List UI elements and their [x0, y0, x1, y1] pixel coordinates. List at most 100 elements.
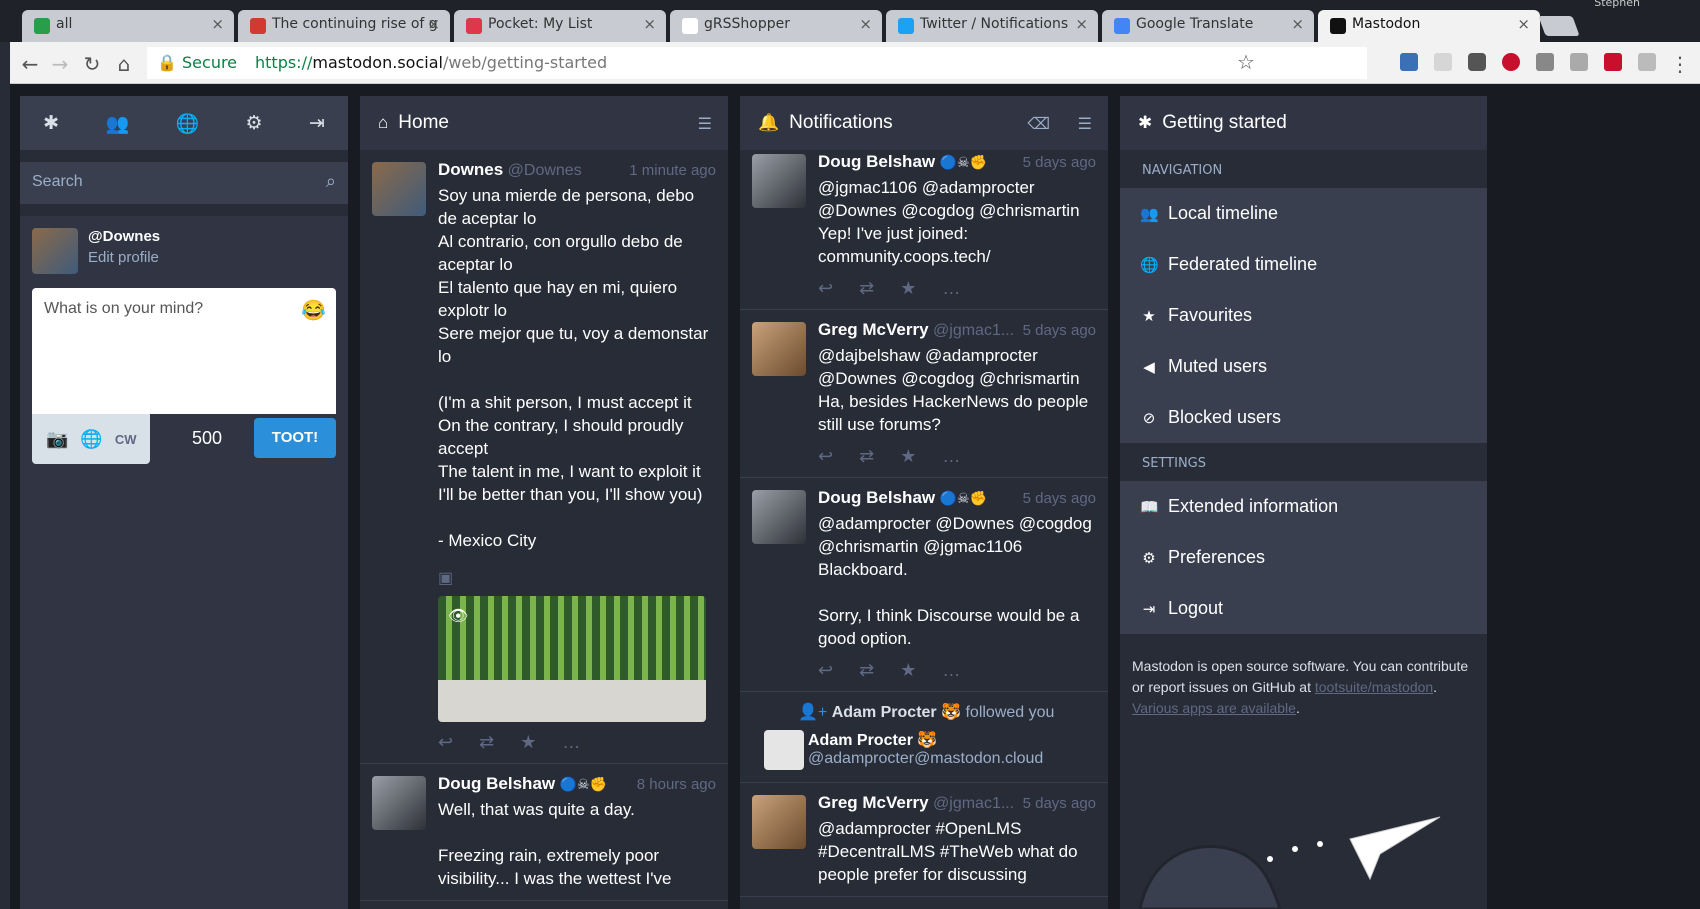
more-icon[interactable]: …: [942, 660, 960, 681]
muted-users-link[interactable]: ◀ Muted users: [1120, 341, 1487, 392]
home-icon[interactable]: ⌂: [114, 52, 134, 76]
eraser-icon[interactable]: ⌫: [1027, 114, 1050, 134]
browser-tab[interactable]: gRSShopper ×: [670, 10, 882, 42]
adblock-extension-icon[interactable]: [1502, 53, 1520, 71]
avatar[interactable]: [752, 795, 806, 849]
browser-tab[interactable]: Twitter / Notifications ×: [886, 10, 1098, 42]
status[interactable]: Doug Belshaw 🔵☠✊ 8 hours ago Well, that …: [360, 764, 728, 901]
extension-icon[interactable]: [1434, 53, 1452, 71]
boost-icon[interactable]: ⇄: [859, 446, 874, 467]
display-name[interactable]: Greg McVerry: [818, 793, 929, 812]
boost-icon[interactable]: ⇄: [479, 732, 494, 753]
avatar[interactable]: [372, 776, 426, 830]
close-tab-icon[interactable]: ×: [1291, 15, 1304, 33]
url-text[interactable]: https://mastodon.social/web/getting-star…: [255, 53, 607, 72]
account-handle[interactable]: @jgmac1...: [933, 795, 1014, 812]
display-name[interactable]: Doug Belshaw: [818, 488, 935, 507]
notification-mention[interactable]: Doug Belshaw 🔵☠✊ 5 days ago @jgmac1106 @…: [740, 142, 1108, 310]
display-name[interactable]: Adam Procter: [808, 732, 913, 749]
users-icon[interactable]: 👥: [105, 112, 129, 135]
reply-icon[interactable]: ↩: [438, 732, 453, 753]
follower-name[interactable]: Adam Procter: [832, 704, 937, 721]
github-link[interactable]: tootsuite/mastodon: [1315, 679, 1433, 695]
avatar[interactable]: [764, 730, 804, 770]
compose-textarea[interactable]: What is on your mind? 😂: [32, 288, 336, 414]
boost-icon[interactable]: ⇄: [859, 660, 874, 681]
search-input[interactable]: Search ⌕: [20, 162, 348, 204]
account-handle[interactable]: @jgmac1...: [933, 322, 1014, 339]
favourite-icon[interactable]: ★: [900, 660, 916, 681]
column-settings-icon[interactable]: ☰: [1078, 114, 1092, 134]
notification-mention[interactable]: Greg McVerry @jgmac1... 5 days ago @dajb…: [740, 310, 1108, 478]
new-tab-button[interactable]: [1538, 16, 1580, 36]
extension-icon[interactable]: [1570, 53, 1588, 71]
close-tab-icon[interactable]: ×: [211, 15, 224, 33]
extension-icon[interactable]: [1536, 53, 1554, 71]
bookmark-star-icon[interactable]: ☆: [1236, 50, 1256, 74]
status-timestamp[interactable]: 5 days ago: [1023, 322, 1096, 339]
logout-link[interactable]: ⇥ Logout: [1120, 583, 1487, 634]
avatar[interactable]: [32, 228, 78, 274]
status-timestamp[interactable]: 5 days ago: [1023, 154, 1096, 171]
favourite-icon[interactable]: ★: [520, 732, 536, 753]
back-icon[interactable]: ←: [20, 52, 40, 76]
browser-tab[interactable]: The continuing rise of g ×: [238, 10, 450, 42]
extension-icon[interactable]: [1638, 53, 1656, 71]
address-bar[interactable]: 🔒 Secure https://mastodon.social/web/get…: [147, 47, 1367, 79]
search-icon[interactable]: ⌕: [326, 171, 336, 192]
close-tab-icon[interactable]: ×: [427, 15, 440, 33]
pocket-extension-icon[interactable]: [1468, 53, 1486, 71]
avatar[interactable]: [752, 322, 806, 376]
account-handle[interactable]: @adamprocter@mastodon.cloud: [808, 750, 1096, 768]
edit-profile-link[interactable]: Edit profile: [88, 249, 336, 266]
apps-link[interactable]: Various apps are available: [1132, 700, 1296, 716]
status[interactable]: Downes @Downes 1 minute ago Soy una mier…: [360, 150, 728, 764]
menu-icon[interactable]: ⋮: [1670, 52, 1690, 76]
close-tab-icon[interactable]: ×: [643, 15, 656, 33]
status-timestamp[interactable]: 5 days ago: [1023, 490, 1096, 507]
status-timestamp[interactable]: 5 days ago: [1023, 795, 1096, 812]
avatar[interactable]: [372, 162, 426, 216]
reply-icon[interactable]: ↩: [818, 278, 833, 299]
sign-out-icon[interactable]: ⇥: [309, 112, 325, 134]
asterisk-icon[interactable]: ✱: [43, 112, 59, 134]
display-name[interactable]: Greg McVerry: [818, 320, 929, 339]
account-handle[interactable]: @Downes: [508, 162, 582, 179]
notification-mention[interactable]: Greg McVerry @jgmac1... 5 days ago @adam…: [740, 783, 1108, 897]
favourites-link[interactable]: ★ Favourites: [1120, 290, 1487, 341]
status-timestamp[interactable]: 8 hours ago: [637, 776, 716, 793]
home-column-header[interactable]: ⌂ Home ☰: [360, 96, 728, 150]
favourite-icon[interactable]: ★: [900, 446, 916, 467]
display-name[interactable]: Doug Belshaw: [438, 774, 555, 793]
browser-tab[interactable]: Google Translate ×: [1102, 10, 1314, 42]
reply-icon[interactable]: ↩: [818, 446, 833, 467]
browser-tab[interactable]: Pocket: My List ×: [454, 10, 666, 42]
reload-icon[interactable]: ↻: [82, 52, 102, 76]
boost-icon[interactable]: ⇄: [859, 278, 874, 299]
eye-icon[interactable]: 👁: [448, 606, 468, 626]
avatar[interactable]: [752, 490, 806, 544]
column-settings-icon[interactable]: ☰: [698, 114, 712, 134]
notification-mention[interactable]: Doug Belshaw 🔵☠✊ 5 days ago @adamprocter…: [740, 478, 1108, 692]
close-tab-icon[interactable]: ×: [859, 15, 872, 33]
download-extension-icon[interactable]: [1400, 53, 1418, 71]
reply-icon[interactable]: ↩: [818, 660, 833, 681]
profile-handle[interactable]: @Downes: [88, 228, 336, 245]
notification-follow[interactable]: 👤+ Adam Procter 🐯 followed you Adam Proc…: [740, 692, 1108, 783]
favourite-icon[interactable]: ★: [900, 278, 916, 299]
browser-tab[interactable]: all ×: [22, 10, 234, 42]
cw-button[interactable]: CW: [115, 432, 137, 447]
more-icon[interactable]: …: [942, 278, 960, 299]
more-icon[interactable]: …: [562, 732, 580, 753]
toot-button[interactable]: TOOT!: [254, 418, 336, 458]
profile-label[interactable]: Stephen: [1594, 0, 1640, 9]
blocked-users-link[interactable]: ⊘ Blocked users: [1120, 392, 1487, 443]
avatar[interactable]: [752, 154, 806, 208]
secure-indicator[interactable]: 🔒 Secure: [157, 53, 237, 72]
emoji-picker-icon[interactable]: 😂: [301, 298, 326, 323]
globe-icon[interactable]: 🌐: [175, 112, 199, 135]
browser-tab[interactable]: Mastodon ×: [1318, 10, 1540, 42]
media-attachment[interactable]: 👁: [438, 596, 706, 722]
preferences-link[interactable]: ⚙ Preferences: [1120, 532, 1487, 583]
local-timeline-link[interactable]: 👥 Local timeline: [1120, 188, 1487, 239]
